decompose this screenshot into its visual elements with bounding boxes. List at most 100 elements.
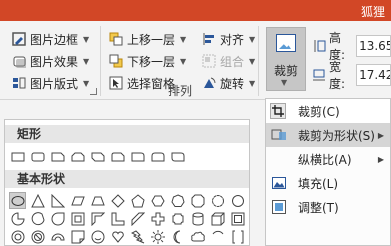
send-backward-button[interactable]: 下移一层 ▼ bbox=[109, 52, 186, 70]
menu-item-label: 裁剪为形状(S) bbox=[298, 128, 375, 143]
picture-layout-button[interactable]: 图片版式 ▼ bbox=[12, 74, 89, 92]
no-symbol-shape[interactable] bbox=[29, 228, 46, 245]
teardrop-shape[interactable] bbox=[49, 210, 66, 227]
cube-shape[interactable] bbox=[209, 210, 226, 227]
chord-shape[interactable] bbox=[29, 210, 46, 227]
hexagon-shape[interactable] bbox=[149, 192, 166, 209]
chevron-down-icon: ▼ bbox=[249, 78, 256, 88]
lightning-bolt-shape[interactable] bbox=[129, 228, 146, 245]
round-single-corner-shape[interactable] bbox=[129, 148, 146, 165]
chevron-down-icon: ▼ bbox=[249, 56, 256, 66]
chevron-down-icon: ▼ bbox=[83, 56, 90, 66]
trapezoid-shape[interactable] bbox=[89, 192, 106, 209]
plaque-shape[interactable] bbox=[169, 210, 186, 227]
picture-border-button[interactable]: 图片边框 ▼ bbox=[12, 30, 89, 48]
rotate-icon bbox=[202, 76, 216, 90]
diagonal-stripe-shape[interactable] bbox=[129, 210, 146, 227]
height-icon bbox=[312, 39, 326, 53]
octagon-shape[interactable] bbox=[189, 192, 206, 209]
rotate-button[interactable]: 旋转 ▼ bbox=[202, 74, 255, 92]
chevron-down-icon: ▼ bbox=[281, 78, 288, 87]
align-button[interactable]: 对齐 ▼ bbox=[202, 30, 255, 48]
donut-shape[interactable] bbox=[9, 228, 26, 245]
picture-border-label: 图片边框 bbox=[30, 32, 79, 47]
menu-item-fill[interactable]: 填充(L) bbox=[266, 171, 390, 195]
height-row: 高度: 13.65 bbox=[312, 31, 391, 62]
fill-icon bbox=[272, 176, 286, 190]
can-shape[interactable] bbox=[189, 210, 206, 227]
snip-same-side-shape[interactable] bbox=[69, 148, 86, 165]
title-bar: 狐狸 bbox=[0, 0, 391, 21]
moon-shape[interactable] bbox=[169, 228, 186, 245]
picture-effects-label: 图片效果 bbox=[30, 54, 79, 69]
basic-shapes-row-1 bbox=[9, 192, 246, 209]
menu-item-crop-to-shape[interactable]: 裁剪为形状(S) ▶ bbox=[266, 123, 390, 147]
heart-shape[interactable] bbox=[109, 228, 126, 245]
folded-corner-shape[interactable] bbox=[69, 228, 86, 245]
section-rectangles: 矩形 bbox=[5, 125, 249, 143]
oval-shape[interactable] bbox=[9, 192, 26, 209]
cloud-shape[interactable] bbox=[189, 228, 206, 245]
group-icon bbox=[202, 54, 216, 68]
user-name[interactable]: 狐狸 bbox=[361, 3, 385, 20]
width-icon bbox=[312, 68, 326, 82]
dialog-launcher-icon[interactable] bbox=[90, 88, 97, 95]
chevron-right-icon: ▶ bbox=[377, 154, 384, 164]
section-basic-shapes: 基本形状 bbox=[5, 170, 249, 188]
menu-item-label: 填充(L) bbox=[298, 176, 339, 191]
send-backward-icon bbox=[109, 54, 123, 68]
height-input[interactable]: 13.65 bbox=[356, 35, 391, 57]
chevron-down-icon: ▼ bbox=[249, 34, 256, 44]
width-input[interactable]: 17.42 bbox=[356, 64, 391, 86]
menu-item-label: 纵横比(A) bbox=[298, 152, 352, 167]
send-backward-label: 下移一层 bbox=[127, 54, 176, 69]
picture-layout-label: 图片版式 bbox=[30, 76, 79, 91]
double-bracket-shape[interactable] bbox=[229, 228, 246, 245]
smiley-face-shape[interactable] bbox=[89, 228, 106, 245]
snip-round-shape[interactable] bbox=[109, 148, 126, 165]
right-triangle-shape[interactable] bbox=[49, 192, 66, 209]
frame-shape[interactable] bbox=[69, 210, 86, 227]
parallelogram-shape[interactable] bbox=[69, 192, 86, 209]
group-label: 组合 bbox=[220, 54, 245, 69]
menu-item-aspect-ratio[interactable]: 纵横比(A) ▶ bbox=[266, 147, 390, 171]
l-shape[interactable] bbox=[109, 210, 126, 227]
decagon-shape[interactable] bbox=[209, 192, 226, 209]
align-icon bbox=[202, 32, 216, 46]
menu-item-fit[interactable]: 调整(T) bbox=[266, 195, 390, 219]
rounded-rectangle-shape[interactable] bbox=[29, 148, 46, 165]
rectangle-shape[interactable] bbox=[9, 148, 26, 165]
crop-to-shape-icon bbox=[271, 128, 286, 142]
pie-shape[interactable] bbox=[9, 210, 26, 227]
bring-forward-button[interactable]: 上移一层 ▼ bbox=[109, 30, 186, 48]
snip-diagonal-shape[interactable] bbox=[89, 148, 106, 165]
block-arc-shape[interactable] bbox=[49, 228, 66, 245]
arc-shape[interactable] bbox=[209, 228, 226, 245]
group-button[interactable]: 组合 ▼ bbox=[202, 52, 255, 70]
picture-effects-button[interactable]: 图片效果 ▼ bbox=[12, 52, 89, 70]
width-row: 宽度: 17.42 bbox=[312, 60, 391, 91]
crop-button[interactable]: 裁剪 ▼ bbox=[266, 27, 306, 91]
half-frame-shape[interactable] bbox=[89, 210, 106, 227]
bevel-shape[interactable] bbox=[229, 210, 246, 227]
basic-shapes-row-2 bbox=[9, 210, 246, 227]
bring-forward-label: 上移一层 bbox=[127, 32, 176, 47]
shapes-gallery: 矩形 基本形状 bbox=[4, 119, 250, 246]
round-same-side-shape[interactable] bbox=[149, 148, 166, 165]
sun-shape[interactable] bbox=[149, 228, 166, 245]
pentagon-shape[interactable] bbox=[129, 192, 146, 209]
chevron-down-icon: ▼ bbox=[180, 56, 187, 66]
snip-single-corner-shape[interactable] bbox=[49, 148, 66, 165]
heptagon-shape[interactable] bbox=[169, 192, 186, 209]
selection-pane-button[interactable]: 选择窗格 bbox=[109, 74, 175, 92]
crop-icon bbox=[270, 103, 286, 119]
menu-item-crop[interactable]: 裁剪(C) bbox=[266, 99, 390, 123]
chevron-down-icon: ▼ bbox=[83, 78, 90, 88]
menu-item-label: 调整(T) bbox=[298, 200, 339, 215]
bring-forward-icon bbox=[109, 32, 123, 46]
dodecagon-shape[interactable] bbox=[229, 192, 246, 209]
triangle-shape[interactable] bbox=[29, 192, 46, 209]
diamond-shape[interactable] bbox=[109, 192, 126, 209]
round-diagonal-shape[interactable] bbox=[169, 148, 186, 165]
cross-shape[interactable] bbox=[149, 210, 166, 227]
